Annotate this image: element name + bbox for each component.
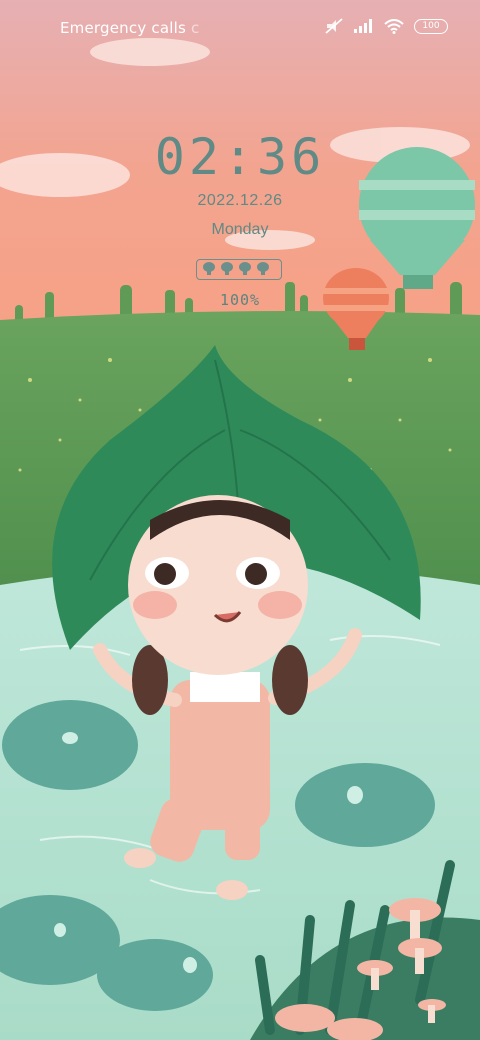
- mute-icon: [325, 18, 343, 34]
- carrier-overflow: c: [190, 19, 200, 37]
- lock-date: 2022.12.26: [197, 192, 283, 209]
- lock-weekday: Monday: [211, 221, 269, 238]
- battery-widget-icon: [196, 259, 282, 280]
- battery-level: 100: [422, 20, 440, 31]
- battery-icon: 100: [414, 18, 448, 34]
- status-icons: 100: [324, 18, 448, 34]
- signal-icon: [354, 19, 372, 33]
- wifi-icon: [384, 18, 404, 34]
- carrier-status: Emergency calls c: [60, 19, 199, 37]
- clock-time: 02:36: [154, 128, 326, 186]
- carrier-text: Emergency calls: [60, 19, 186, 37]
- status-bar: Emergency calls c 100: [0, 0, 480, 56]
- battery-percentage: 100%: [219, 291, 261, 309]
